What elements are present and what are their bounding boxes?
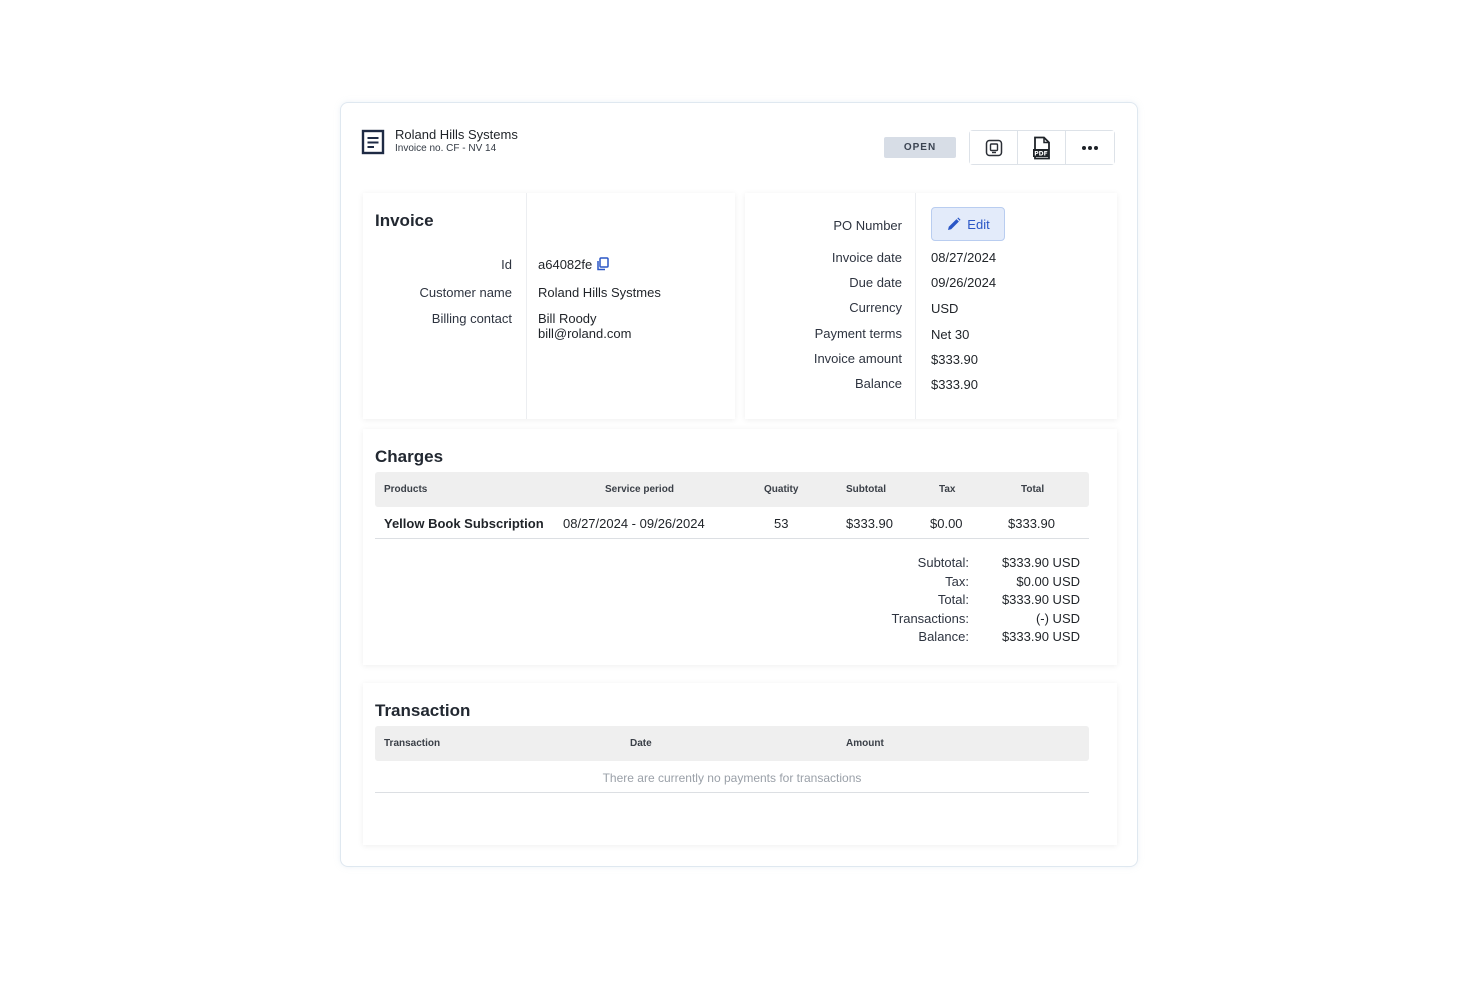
company-title: Roland Hills Systems (395, 127, 518, 142)
summary-tax-label: Tax: (945, 574, 969, 589)
invoice-date-value: 08/27/2024 (931, 250, 997, 265)
balance-label: Balance (855, 376, 902, 391)
more-icon (1082, 145, 1098, 150)
col-amount: Amount (846, 738, 884, 749)
id-value: a64082fe (538, 257, 609, 272)
summary-total-label: Total: (937, 592, 969, 607)
preview-icon (985, 139, 1002, 156)
billing-label: Billing contact (431, 311, 512, 326)
summary-total-value: $333.90 USD (1001, 592, 1080, 607)
preview-button[interactable] (970, 131, 1018, 164)
col-transaction: Transaction (384, 738, 441, 749)
summary-transactions-value: (-) USD (1035, 611, 1080, 626)
col-quantity: Quatity (764, 484, 799, 495)
action-toolbar: PDF (969, 130, 1115, 165)
download-pdf-button[interactable]: PDF (1018, 131, 1066, 164)
col-products: Products (384, 484, 428, 495)
pencil-icon (948, 217, 961, 230)
id-text: a64082fe (538, 257, 593, 272)
quantity: 53 (774, 516, 789, 531)
tax: $0.00 (930, 516, 963, 531)
col-tax: Tax (939, 484, 956, 495)
customer-label: Customer name (419, 285, 512, 300)
row-divider (375, 538, 1089, 539)
service-period: 08/27/2024 - 09/26/2024 (563, 516, 705, 531)
copy-icon[interactable] (596, 257, 609, 271)
row-divider (375, 792, 1089, 793)
invoice-amount-label: Invoice amount (813, 351, 902, 366)
pdf-icon: PDF (1032, 136, 1050, 159)
document-icon (361, 129, 385, 155)
edit-po-button[interactable]: Edit (931, 207, 1005, 241)
po-number-label: PO Number (833, 218, 902, 233)
invoice-number: Invoice no. CF - NV 14 (395, 143, 497, 154)
status-badge: OPEN (884, 137, 956, 158)
edit-label: Edit (967, 216, 990, 232)
invoice-summary-card: Invoice Id a64082fe Customer name Roland… (363, 193, 735, 419)
currency-label: Currency (849, 300, 902, 315)
billing-name: Bill Roody (538, 311, 597, 326)
pdf-icon-label: PDF (1034, 150, 1047, 157)
invoice-amount-value: $333.90 (931, 352, 978, 367)
col-service-period: Service period (605, 484, 674, 495)
currency-value: USD (931, 301, 959, 316)
billing-email: bill@roland.com (538, 326, 632, 341)
more-button[interactable] (1066, 131, 1114, 164)
col-subtotal: Subtotal (846, 484, 886, 495)
transaction-card: Transaction Transaction Date Amount Ther… (363, 683, 1117, 845)
column-divider (915, 193, 916, 419)
column-divider (526, 193, 527, 419)
payment-terms-value: Net 30 (931, 327, 970, 342)
summary-balance-value: $333.90 USD (1001, 629, 1080, 644)
charges-title: Charges (375, 447, 444, 466)
invoice-date-label: Invoice date (831, 250, 902, 265)
due-date-value: 09/26/2024 (931, 275, 997, 290)
payment-terms-label: Payment terms (814, 326, 902, 341)
summary-subtotal-value: $333.90 USD (1001, 555, 1080, 570)
invoice-window: Roland Hills Systems Invoice no. CF - NV… (340, 102, 1138, 867)
due-date-label: Due date (849, 275, 902, 290)
id-label: Id (501, 257, 512, 272)
invoice-details-card: PO Number Edit Invoice date 08/27/2024 D… (745, 193, 1117, 419)
summary-subtotal-label: Subtotal: (917, 555, 969, 570)
charges-table-header: Products Service period Quatity Subtotal… (375, 472, 1089, 507)
invoice-title: Invoice (375, 211, 434, 230)
transaction-title: Transaction (375, 701, 471, 720)
product-name: Yellow Book Subscription (384, 516, 544, 531)
balance-value: $333.90 (931, 377, 978, 392)
customer-value: Roland Hills Systmes (538, 285, 661, 300)
transaction-table-header: Transaction Date Amount (375, 726, 1089, 761)
summary-transactions-label: Transactions: (891, 611, 969, 626)
col-date: Date (630, 738, 652, 749)
col-total: Total (1021, 484, 1045, 495)
empty-transactions-message: There are currently no payments for tran… (602, 771, 862, 785)
subtotal: $333.90 (846, 516, 893, 531)
summary-balance-label: Balance: (918, 629, 969, 644)
total: $333.90 (1008, 516, 1055, 531)
charges-card: Charges Products Service period Quatity … (363, 429, 1117, 665)
summary-tax-value: $0.00 USD (1016, 574, 1080, 589)
